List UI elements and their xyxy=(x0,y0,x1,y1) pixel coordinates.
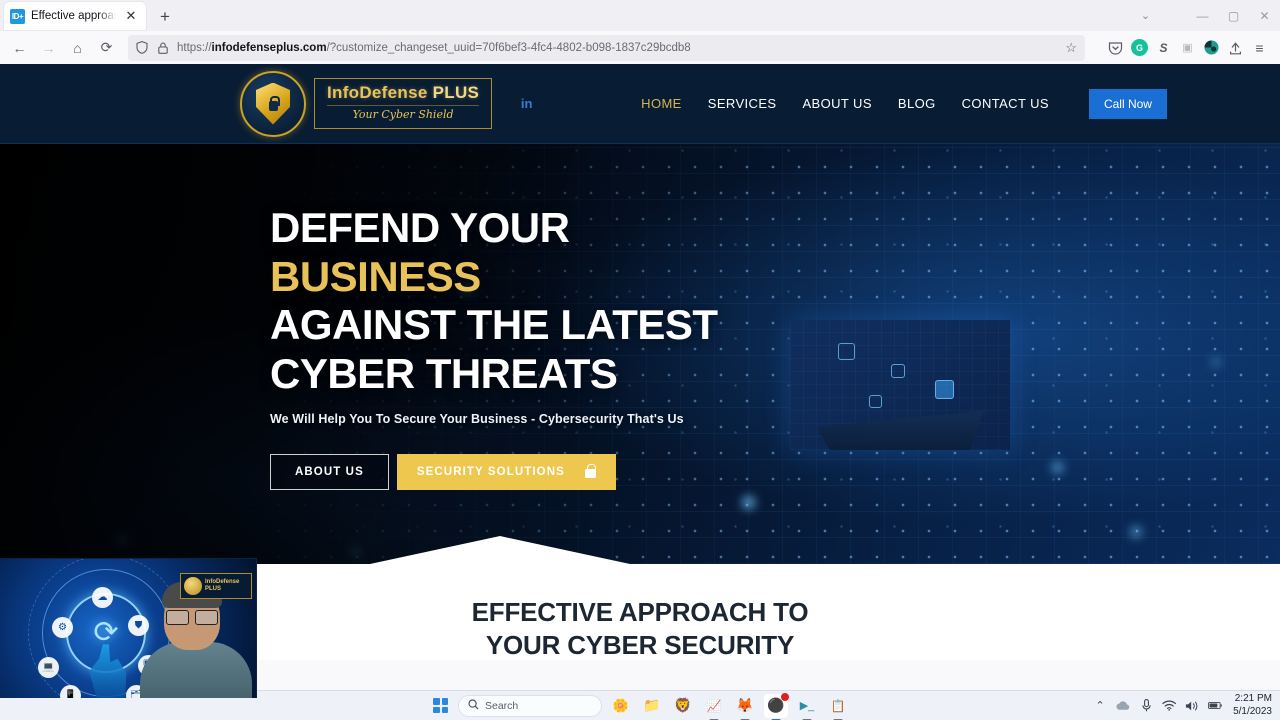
account-icon[interactable] xyxy=(1203,39,1220,56)
tracking-shield-icon[interactable] xyxy=(135,41,149,55)
hero-buttons: ABOUT US SECURITY SOLUTIONS xyxy=(270,453,790,490)
new-tab-icon[interactable]: + xyxy=(156,7,174,26)
taskbar-app-terminal[interactable]: ▶_ xyxy=(795,694,819,720)
taskbar-app-brave-browser[interactable]: 🦁 xyxy=(671,694,695,718)
reload-icon[interactable]: ⟳ xyxy=(93,35,120,61)
cloud-icon: ☁ xyxy=(92,587,113,608)
container-icon[interactable]: ▣ xyxy=(1179,39,1196,56)
lock-icon xyxy=(156,41,170,55)
hero-headline: DEFEND YOUR BUSINESS AGAINST THE LATEST … xyxy=(270,204,790,399)
address-bar[interactable]: https://infodefenseplus.com/?customize_c… xyxy=(128,34,1085,61)
taskbar-app-wallpaper[interactable]: 🌼 xyxy=(609,694,633,718)
gear-icon: ⚙ xyxy=(52,617,73,638)
window-controls: ⌄ — ▢ ✕ xyxy=(1130,0,1280,31)
home-icon[interactable]: ⌂ xyxy=(64,35,91,61)
taskbar-search-box[interactable]: Search xyxy=(458,694,602,717)
hero-content: DEFEND YOUR BUSINESS AGAINST THE LATEST … xyxy=(270,204,790,490)
clock-time: 2:21 PM xyxy=(1234,692,1272,704)
nav-item-home[interactable]: HOME xyxy=(641,96,682,111)
close-window-icon[interactable]: ✕ xyxy=(1249,0,1280,31)
logo-name: InfoDefense xyxy=(327,82,428,102)
about-us-button[interactable]: ABOUT US xyxy=(270,453,389,490)
nav-item-about-us[interactable]: ABOUT US xyxy=(802,96,871,111)
clock-date: 5/1/2023 xyxy=(1233,705,1272,717)
grammarly-icon[interactable]: G xyxy=(1131,39,1148,56)
search-icon xyxy=(468,698,479,713)
screen: ID+ Effective approach to your cybe ✕ + … xyxy=(0,0,1280,720)
logo-wordmark: InfoDefense PLUS Your Cyber Shield xyxy=(314,77,493,130)
taskbar-app-chart[interactable]: 📈 xyxy=(702,694,726,720)
headline-part-1: DEFEND YOUR xyxy=(270,204,570,251)
app-menu-icon[interactable]: ≡ xyxy=(1251,39,1268,56)
extension-icons: G S ▣ ≡ xyxy=(1093,39,1274,56)
laptop-icon: 💻 xyxy=(38,657,59,678)
bookmark-star-icon[interactable]: ☆ xyxy=(1065,40,1077,56)
show-hidden-icons-chevron-up-icon[interactable]: ⌃ xyxy=(1093,699,1107,712)
start-button[interactable] xyxy=(430,695,451,716)
linkedin-icon[interactable]: in xyxy=(518,95,535,112)
back-icon[interactable]: ← xyxy=(6,35,33,61)
system-tray: ⌃ 2:21 PM 5/1/2023 xyxy=(1093,693,1272,719)
logo-tagline: Your Cyber Shield xyxy=(327,105,480,121)
pocket-icon[interactable] xyxy=(1107,39,1124,56)
webcam-logo-badge: InfoDefense PLUS xyxy=(180,573,252,599)
taskbar-app-firefox[interactable]: 🦊 xyxy=(733,694,757,720)
onedrive-cloud-icon[interactable] xyxy=(1116,700,1130,711)
tab-strip: ID+ Effective approach to your cybe ✕ + … xyxy=(0,0,1280,31)
section-title-line-2: YOUR CYBER SECURITY xyxy=(485,630,795,660)
tab-title: Effective approach to your cybe xyxy=(31,10,116,22)
security-solutions-label: SECURITY SOLUTIONS xyxy=(416,465,565,478)
webcam-logo-name: InfoDefense PLUS xyxy=(205,578,240,593)
taskbar-app-file-explorer[interactable]: 📁 xyxy=(640,694,664,718)
headline-part-3: CYBER THREATS xyxy=(270,350,618,398)
minimize-icon[interactable]: — xyxy=(1187,0,1218,31)
search-placeholder: Search xyxy=(485,699,519,712)
taskbar-clock[interactable]: 2:21 PM 5/1/2023 xyxy=(1233,693,1272,719)
logo-plus: PLUS xyxy=(427,82,480,102)
url-text: https://infodefenseplus.com/?customize_c… xyxy=(177,41,691,54)
site-logo[interactable]: InfoDefense PLUS Your Cyber Shield xyxy=(240,70,493,137)
microphone-icon[interactable] xyxy=(1139,699,1153,712)
browser-toolbar: ← → ⌂ ⟳ https://infodefenseplus.com/?cus… xyxy=(0,31,1280,64)
browser-tab[interactable]: ID+ Effective approach to your cybe ✕ xyxy=(4,2,146,30)
battery-icon[interactable] xyxy=(1208,701,1222,710)
forward-icon[interactable]: → xyxy=(35,35,62,61)
headline-part-2: AGAINST THE LATEST xyxy=(270,301,718,349)
close-tab-icon[interactable]: ✕ xyxy=(122,7,140,25)
taskbar-center-group: Search 🌼 📁 🦁 📈 🦊 ⚫ ▶_ 📋 xyxy=(430,692,850,720)
maximize-icon[interactable]: ▢ xyxy=(1218,0,1249,31)
taskbar-app-notes[interactable]: 📋 xyxy=(826,694,850,720)
webcam-shield-icon xyxy=(184,577,202,595)
padlock-icon xyxy=(584,464,596,479)
main-navigation: HOME SERVICES ABOUT US BLOG CONTACT US C… xyxy=(641,88,1167,119)
headline-accent-word: BUSINESS xyxy=(270,252,481,300)
webcam-overlay: ⚙ ☁ ⛊ 💻 🖥 📱 🗂 ⟳ InfoDefense PLUS xyxy=(0,558,257,698)
hero-subtitle: We Will Help You To Secure Your Business… xyxy=(270,411,684,426)
taskbar-app-obs-studio[interactable]: ⚫ xyxy=(764,692,789,720)
nav-item-services[interactable]: SERVICES xyxy=(708,96,777,111)
site-header: InfoDefense PLUS Your Cyber Shield in HO… xyxy=(0,64,1280,144)
nav-item-blog[interactable]: BLOG xyxy=(898,96,936,111)
shield-logo-icon xyxy=(240,70,306,137)
share-icon[interactable] xyxy=(1227,39,1244,56)
hero-section: DEFEND YOUR BUSINESS AGAINST THE LATEST … xyxy=(0,144,1280,564)
security-solutions-button[interactable]: SECURITY SOLUTIONS xyxy=(396,453,616,490)
nav-item-contact-us[interactable]: CONTACT US xyxy=(962,96,1049,111)
wifi-icon[interactable] xyxy=(1162,700,1177,711)
section-title-line-1: EFFECTIVE APPROACH TO xyxy=(471,597,809,627)
volume-icon[interactable] xyxy=(1185,700,1199,712)
tab-list-chevron-down-icon[interactable]: ⌄ xyxy=(1130,0,1161,31)
tab-favicon-icon: ID+ xyxy=(10,8,25,24)
skype-icon[interactable]: S xyxy=(1155,39,1172,56)
call-now-button[interactable]: Call Now xyxy=(1088,88,1167,119)
